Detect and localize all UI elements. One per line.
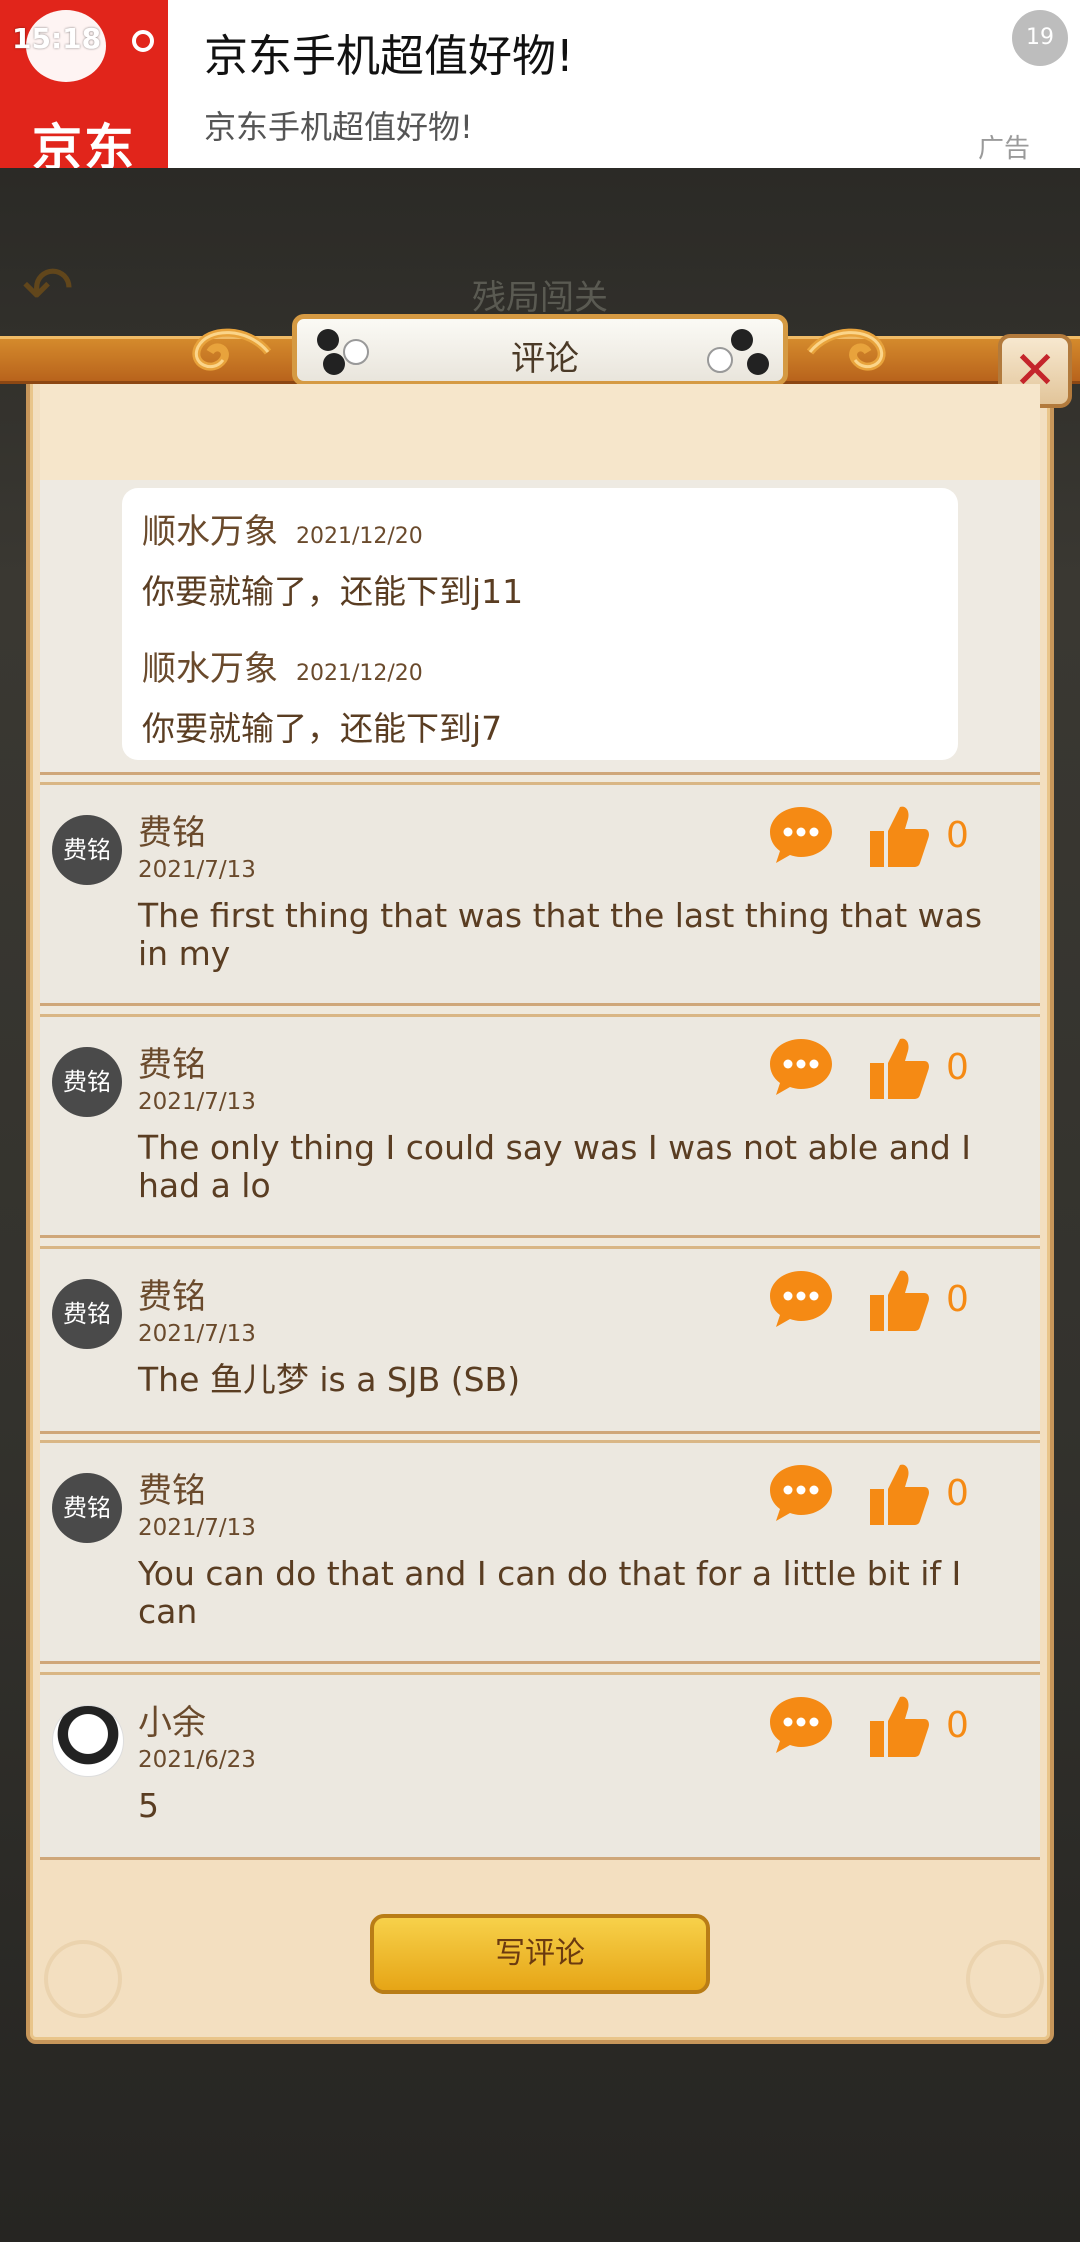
like-count: 0 <box>946 1279 969 1320</box>
dialog-title-plate: 评论 <box>292 314 788 386</box>
jd-logo: 15:18 京东 <box>0 0 168 177</box>
reply-item: 顺水万象 2021/12/20 你要就输了，还能下到j7 <box>142 641 502 750</box>
comment-text: 5 <box>138 1786 159 1825</box>
status-time: 15:18 <box>12 22 102 55</box>
reply-bubble-icon[interactable] <box>768 1269 834 1329</box>
comment-card: 费铭 费铭 2021/7/13 The first thing that was… <box>40 782 1040 1006</box>
comment-date: 2021/6/23 <box>138 1747 256 1773</box>
right-ornament-icon <box>806 328 886 371</box>
thumbs-up-icon[interactable] <box>868 1693 930 1759</box>
like-count: 0 <box>946 1473 969 1514</box>
ad-banner[interactable]: 15:18 京东 京东手机超值好物! 京东手机超值好物! 19 广告 <box>0 0 1080 177</box>
avatar[interactable] <box>52 1705 124 1777</box>
comment-card: 小余 2021/6/23 5 0 <box>40 1672 1040 1860</box>
like-count: 0 <box>946 1705 969 1746</box>
comment-text: The only thing I could say was I was not… <box>138 1128 972 1205</box>
comment-text: You can do that and I can do that for a … <box>138 1554 962 1631</box>
status-dot-icon <box>132 30 154 52</box>
comment-author: 费铭 <box>138 1277 206 1317</box>
ad-label: 广告 <box>978 134 1031 164</box>
thumbs-up-icon[interactable] <box>868 1461 930 1527</box>
avatar[interactable]: 费铭 <box>52 815 122 885</box>
reply-text: 你要就输了，还能下到j7 <box>142 709 503 748</box>
thumbs-up-icon[interactable] <box>868 803 930 869</box>
ad-subtitle[interactable]: 京东手机超值好物! <box>204 102 473 148</box>
comment-author: 费铭 <box>138 1045 206 1085</box>
reply-item: 顺水万象 2021/12/20 你要就输了，还能下到j11 <box>142 504 523 613</box>
comment-list[interactable]: 顺水万象 2021/12/20 你要就输了，还能下到j11 顺水万象 2021/12… <box>40 480 1040 1860</box>
reply-bubble: 顺水万象 2021/12/20 你要就输了，还能下到j11 顺水万象 2021/12… <box>122 488 958 760</box>
reply-date: 2021/12/20 <box>296 661 423 686</box>
comment-date: 2021/7/13 <box>138 857 256 883</box>
comment-author: 小余 <box>138 1703 206 1743</box>
comment-card: 费铭 费铭 2021/7/13 The only thing I could s… <box>40 1014 1040 1238</box>
panel-header-area <box>40 384 1040 480</box>
reply-section: 顺水万象 2021/12/20 你要就输了，还能下到j11 顺水万象 2021/12… <box>40 480 1040 775</box>
like-count: 0 <box>946 815 969 856</box>
background-page-title: 残局闯关 <box>472 278 608 318</box>
avatar[interactable]: 费铭 <box>52 1473 122 1543</box>
avatar[interactable]: 费铭 <box>52 1047 122 1117</box>
reply-text: 你要就输了，还能下到j11 <box>142 572 524 611</box>
like-count: 0 <box>946 1047 969 1088</box>
reply-bubble-icon[interactable] <box>768 1463 834 1523</box>
ad-title[interactable]: 京东手机超值好物! <box>204 20 574 84</box>
reply-date: 2021/12/20 <box>296 524 423 549</box>
comment-card: 费铭 费铭 2021/7/13 The 鱼儿梦 is a SJB (SB) 0 <box>40 1246 1040 1434</box>
reply-author: 顺水万象 <box>142 649 278 689</box>
comment-author: 费铭 <box>138 1471 206 1511</box>
ad-close-button[interactable]: 19 <box>1012 10 1068 66</box>
write-comment-button[interactable]: 写评论 <box>370 1914 710 1994</box>
comment-date: 2021/7/13 <box>138 1321 256 1347</box>
thumbs-up-icon[interactable] <box>868 1035 930 1101</box>
reply-bubble-icon[interactable] <box>768 805 834 865</box>
corner-ornament-icon <box>44 1940 122 2018</box>
comment-card: 费铭 费铭 2021/7/13 You can do that and I ca… <box>40 1440 1040 1664</box>
reply-bubble-icon[interactable] <box>768 1037 834 1097</box>
thumbs-up-icon[interactable] <box>868 1267 930 1333</box>
avatar[interactable]: 费铭 <box>52 1279 122 1349</box>
comment-author: 费铭 <box>138 813 206 853</box>
corner-ornament-icon <box>966 1940 1044 2018</box>
comment-text: The first thing that was that the last t… <box>138 896 983 973</box>
comment-date: 2021/7/13 <box>138 1515 256 1541</box>
reply-author: 顺水万象 <box>142 512 278 552</box>
comment-text: The 鱼儿梦 is a SJB (SB) <box>138 1360 521 1399</box>
reply-bubble-icon[interactable] <box>768 1695 834 1755</box>
left-ornament-icon <box>192 328 272 371</box>
comment-date: 2021/7/13 <box>138 1089 256 1115</box>
